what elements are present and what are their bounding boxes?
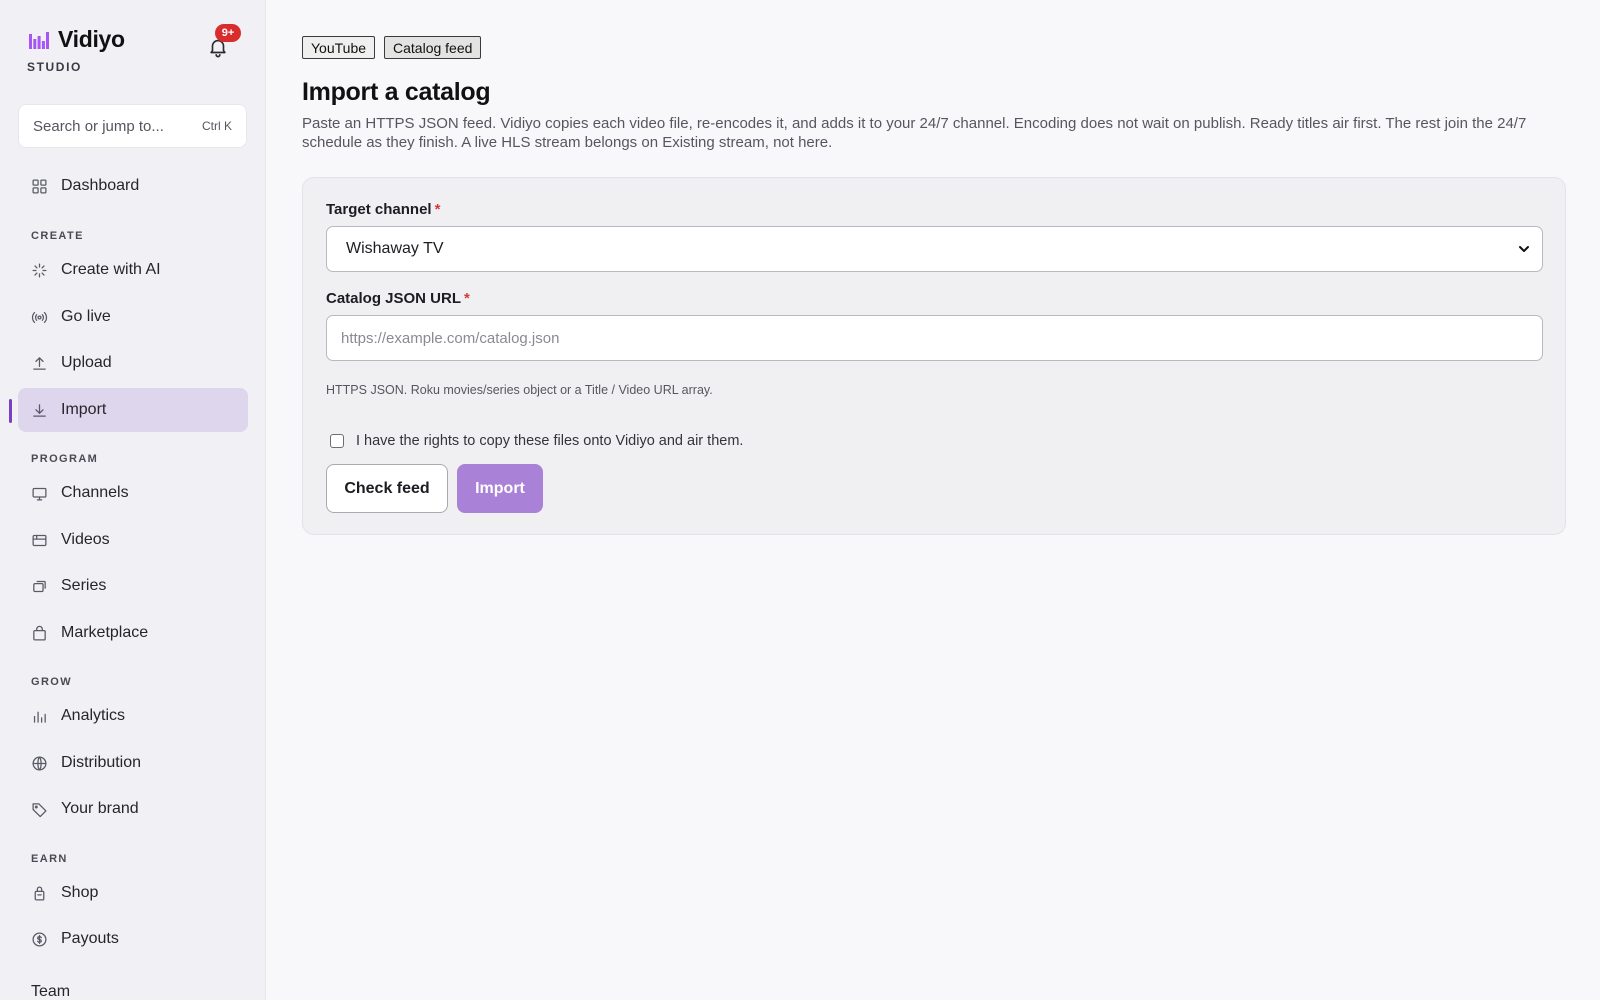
required-mark: * [464,290,470,307]
target-channel-label-text: Target channel [326,201,432,218]
section-label-program: PROGRAM [31,453,99,465]
globe-icon [32,755,47,771]
target-channel-value: Wishaway TV [346,240,444,257]
section-label-earn: EARN [31,853,68,865]
search-shortcut: Ctrl K [202,119,232,133]
film-icon [32,534,47,546]
notification-badge: 9+ [215,24,241,42]
sidebar-item-channels[interactable]: Channels [18,471,248,515]
download-icon [33,403,46,417]
sidebar-item-label: Go live [61,308,111,325]
tag-icon [32,802,47,817]
sidebar-item-upload[interactable]: Upload [18,341,248,385]
import-source-tabs: YouTube Catalog feed [302,36,482,59]
sidebar-item-videos[interactable]: Videos [18,518,248,562]
sidebar-item-label: Dashboard [61,177,140,194]
sidebar-item-create-with-ai[interactable]: Create with AI [18,248,248,292]
shop-bag-icon [34,886,45,901]
sidebar-item-label: Series [61,577,107,594]
sidebar-item-dashboard[interactable]: Dashboard [18,164,248,208]
target-channel-select[interactable]: Wishaway TV [326,226,1543,272]
sidebar-item-shop[interactable]: Shop [18,871,248,915]
rights-checkbox-row: I have the rights to copy these files on… [330,433,743,449]
monitor-icon [32,487,47,501]
import-button[interactable]: Import [457,464,543,513]
catalog-url-input[interactable] [326,315,1543,361]
broadcast-icon [31,311,48,323]
sidebar-item-label: Upload [61,354,112,371]
import-form-card: Target channel * Wishaway TV Catalog JSON… [302,177,1566,535]
tab-youtube[interactable]: YouTube [302,36,376,59]
bar-chart-icon [33,711,46,723]
sidebar-item-go-live[interactable]: Go live [18,295,248,339]
check-feed-button[interactable]: Check feed [326,464,448,513]
search-input[interactable]: Search or jump to... Ctrl K [18,104,247,148]
sidebar-item-label: Import [61,401,107,418]
sidebar-item-import[interactable]: Import [18,388,248,432]
section-label-create: CREATE [31,230,84,242]
sidebar-item-label: Shop [61,884,99,901]
sidebar-item-label: Distribution [61,754,142,771]
dollar-icon [32,931,47,947]
active-nav-indicator [9,399,12,423]
sidebar-item-your-brand[interactable]: Your brand [18,787,248,831]
sidebar-item-label: Videos [61,531,110,548]
sidebar: Vidiyo STUDIO 9+ Search or jump to... Ct… [0,0,266,1000]
sidebar-item-label: Marketplace [61,624,149,641]
sidebar-item-label: Create with AI [61,261,161,278]
chevron-down-icon [1519,246,1529,252]
sidebar-item-series[interactable]: Series [18,564,248,608]
brand-subtitle: STUDIO [27,60,82,74]
rights-checkbox[interactable] [330,434,344,448]
brand-name: Vidiyo [58,26,125,52]
sidebar-item-label: Payouts [61,930,119,947]
catalog-url-label: Catalog JSON URL * [326,290,470,307]
sidebar-item-payouts[interactable]: Payouts [18,917,248,961]
grid-icon [32,178,47,194]
bag-icon [33,625,46,641]
stack-icon [33,580,46,592]
sidebar-item-analytics[interactable]: Analytics [18,694,248,738]
target-channel-label: Target channel * [326,201,440,218]
tab-catalog-feed[interactable]: Catalog feed [384,36,482,59]
catalog-url-label-text: Catalog JSON URL [326,290,462,307]
sidebar-item-distribution[interactable]: Distribution [18,741,248,785]
sidebar-item-marketplace[interactable]: Marketplace [18,611,248,655]
brand[interactable]: Vidiyo [29,26,125,53]
section-label-grow: GROW [31,676,73,688]
sidebar-item-team[interactable]: Team [31,983,70,1000]
page-title: Import a catalog [302,78,491,106]
rights-checkbox-label[interactable]: I have the rights to copy these files on… [356,433,743,449]
sparkle-icon [32,262,47,278]
page-description: Paste an HTTPS JSON feed. Vidiyo copies … [302,115,1527,151]
sidebar-item-label: Your brand [61,800,139,817]
required-mark: * [434,201,441,218]
sidebar-item-label: Analytics [61,707,126,724]
sidebar-item-label: Channels [61,484,129,501]
equalizer-logo-icon [29,31,49,49]
search-placeholder: Search or jump to... [33,117,164,135]
catalog-url-hint: HTTPS JSON. Roku movies/series object or… [326,383,713,397]
upload-icon [33,356,46,370]
